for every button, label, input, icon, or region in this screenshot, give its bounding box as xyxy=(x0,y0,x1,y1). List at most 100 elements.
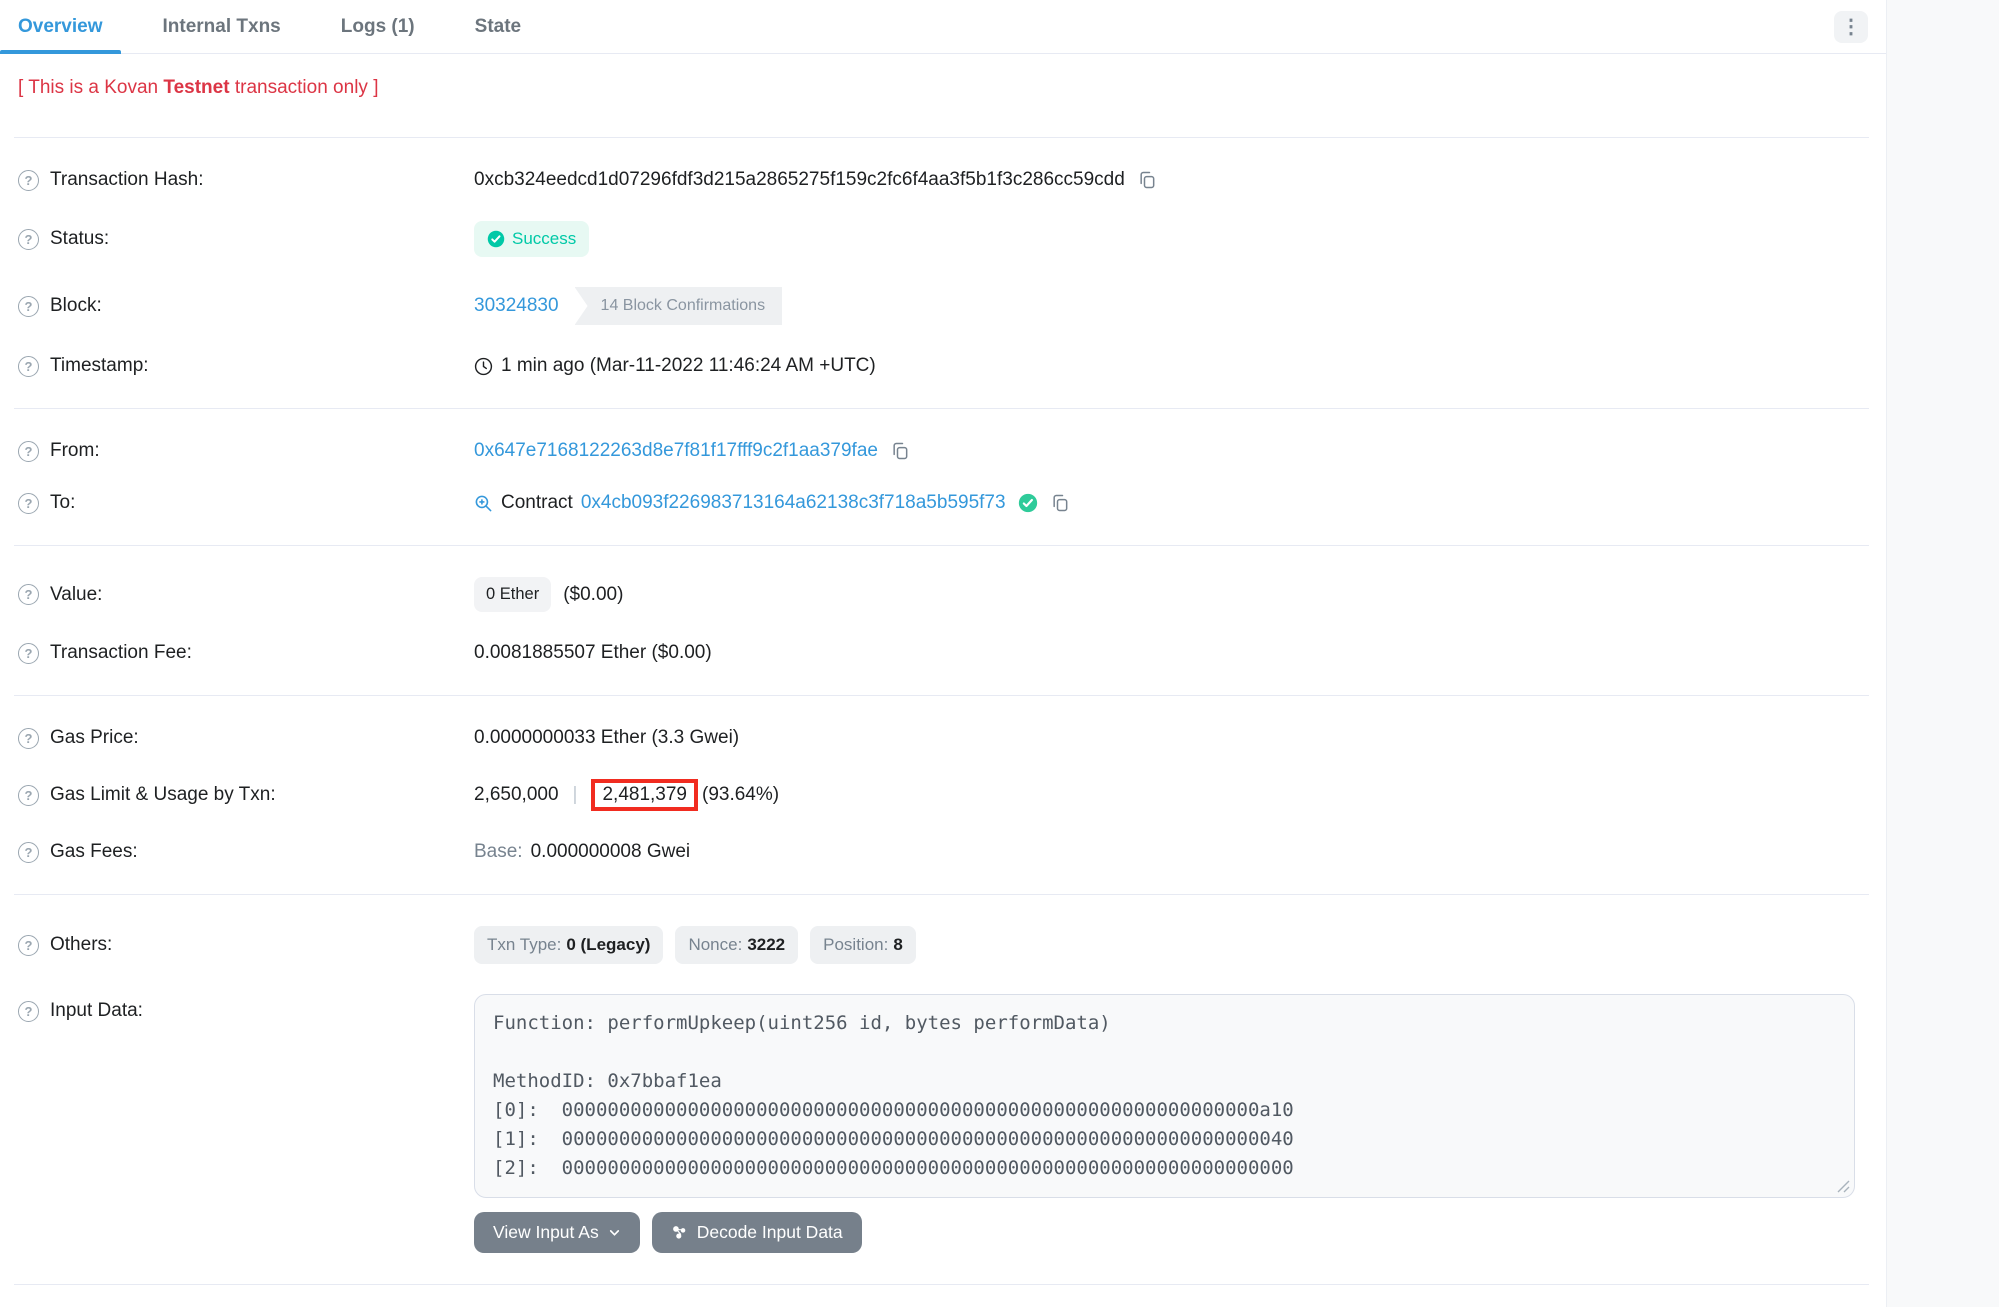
row-gas-price: ? Gas Price: 0.0000000033 Ether (3.3 Gwe… xyxy=(0,712,1886,764)
tab-internal-txns[interactable]: Internal Txns xyxy=(145,0,299,53)
notice-prefix: [ This is a Kovan xyxy=(18,77,163,98)
page-background-gutter xyxy=(1886,0,1999,1307)
row-value: ? Value: 0 Ether ($0.00) xyxy=(0,562,1886,627)
view-input-as-button[interactable]: View Input As xyxy=(474,1212,640,1253)
base-fee-value: 0.000000008 Gwei xyxy=(531,841,691,863)
gas-price-value: 0.0000000033 Ether (3.3 Gwei) xyxy=(474,727,739,749)
gas-used-percent: (93.64%) xyxy=(702,784,779,806)
gas-used-annotation-box: 2,481,379 xyxy=(591,779,698,811)
row-status: ? Status: Success xyxy=(0,206,1886,272)
to-kind: Contract xyxy=(501,492,573,514)
from-address-link[interactable]: 0x647e7168122263d8e7f81f17fff9c2f1aa379f… xyxy=(474,440,878,462)
row-gas-fees: ? Gas Fees: Base: 0.000000008 Gwei xyxy=(0,826,1886,878)
divider xyxy=(14,1284,1869,1285)
section-addresses: ? From: 0x647e7168122263d8e7f81f17fff9c2… xyxy=(0,409,1886,545)
help-icon[interactable]: ? xyxy=(18,584,39,605)
help-icon[interactable]: ? xyxy=(18,229,39,250)
gas-price-label: Gas Price: xyxy=(50,727,139,749)
zoom-in-icon[interactable] xyxy=(474,494,493,513)
help-icon[interactable]: ? xyxy=(18,356,39,377)
block-label: Block: xyxy=(50,295,102,317)
nonce-badge: Nonce:3222 xyxy=(675,926,798,964)
clock-icon xyxy=(474,357,493,376)
kebab-icon: ⋮ xyxy=(1841,17,1861,37)
block-confirmations-badge: 14 Block Confirmations xyxy=(575,287,783,325)
position-badge: Position:8 xyxy=(810,926,916,964)
transaction-fee-value: 0.0081885507 Ether ($0.00) xyxy=(474,642,712,664)
value-usd: ($0.00) xyxy=(563,584,623,606)
tab-state[interactable]: State xyxy=(457,0,539,53)
row-from: ? From: 0x647e7168122263d8e7f81f17fff9c2… xyxy=(0,425,1886,477)
transaction-hash-label: Transaction Hash: xyxy=(50,169,203,191)
transaction-page: Overview Internal Txns Logs (1) State ⋮ … xyxy=(0,0,1999,1307)
ether-value-badge: 0 Ether xyxy=(474,577,551,612)
row-transaction-hash: ? Transaction Hash: 0xcb324eedcd1d07296f… xyxy=(0,154,1886,206)
nonce-value: 3222 xyxy=(747,935,785,954)
value-label: Value: xyxy=(50,584,102,606)
transaction-hash-value: 0xcb324eedcd1d07296fdf3d215a2865275f159c… xyxy=(474,169,1125,191)
resize-handle-icon[interactable] xyxy=(1837,1180,1850,1193)
help-icon[interactable]: ? xyxy=(18,785,39,806)
row-input-data: ? Input Data: Function: performUpkeep(ui… xyxy=(0,979,1886,1268)
input-data-content[interactable]: Function: performUpkeep(uint256 id, byte… xyxy=(493,1009,1836,1183)
gas-fees-label: Gas Fees: xyxy=(50,841,138,863)
transaction-fee-label: Transaction Fee: xyxy=(50,642,192,664)
input-actions: View Input As Decode Input Data xyxy=(474,1212,1855,1253)
tabs: Overview Internal Txns Logs (1) State xyxy=(0,0,539,53)
input-data-label: Input Data: xyxy=(50,1000,143,1022)
help-icon[interactable]: ? xyxy=(18,935,39,956)
timestamp-label: Timestamp: xyxy=(50,355,149,377)
status-badge: Success xyxy=(474,221,589,257)
row-gas-limit-usage: ? Gas Limit & Usage by Txn: 2,650,000 | … xyxy=(0,764,1886,826)
decode-input-data-button[interactable]: Decode Input Data xyxy=(652,1212,862,1253)
to-label: To: xyxy=(50,492,75,514)
decode-icon xyxy=(671,1224,688,1241)
status-label: Status: xyxy=(50,228,109,250)
testnet-notice: [ This is a Kovan Testnet transaction on… xyxy=(18,74,1886,102)
position-value: 8 xyxy=(893,935,902,954)
gas-limit-label: Gas Limit & Usage by Txn: xyxy=(50,784,276,806)
row-others: ? Others: Txn Type:0 (Legacy) Nonce:3222… xyxy=(0,911,1886,979)
copy-icon[interactable] xyxy=(1137,170,1157,190)
more-options-button[interactable]: ⋮ xyxy=(1834,11,1868,43)
chevron-down-icon xyxy=(608,1226,621,1239)
row-to: ? To: Contract 0x4cb093f226983713164a621… xyxy=(0,477,1886,529)
tab-overview[interactable]: Overview xyxy=(0,0,121,53)
help-icon[interactable]: ? xyxy=(18,493,39,514)
section-value-fee: ? Value: 0 Ether ($0.00) ? Transaction F… xyxy=(0,546,1886,695)
help-icon[interactable]: ? xyxy=(18,296,39,317)
section-overview-top: ? Transaction Hash: 0xcb324eedcd1d07296f… xyxy=(0,138,1886,408)
status-value: Success xyxy=(512,229,576,249)
tab-bar: Overview Internal Txns Logs (1) State ⋮ xyxy=(0,0,1886,54)
gas-used-value: 2,481,379 xyxy=(602,784,687,805)
check-circle-icon xyxy=(487,230,505,248)
help-icon[interactable]: ? xyxy=(18,842,39,863)
from-label: From: xyxy=(50,440,100,462)
txn-type-badge: Txn Type:0 (Legacy) xyxy=(474,926,663,964)
copy-icon[interactable] xyxy=(1050,493,1070,513)
block-number-link[interactable]: 30324830 xyxy=(474,295,559,317)
base-fee-label: Base: xyxy=(474,841,523,863)
help-icon[interactable]: ? xyxy=(18,643,39,664)
row-block: ? Block: 30324830 14 Block Confirmations xyxy=(0,272,1886,340)
row-transaction-fee: ? Transaction Fee: 0.0081885507 Ether ($… xyxy=(0,627,1886,679)
help-icon[interactable]: ? xyxy=(18,441,39,462)
section-gas: ? Gas Price: 0.0000000033 Ether (3.3 Gwe… xyxy=(0,696,1886,894)
input-data-box[interactable]: Function: performUpkeep(uint256 id, byte… xyxy=(474,994,1855,1198)
separator: | xyxy=(573,784,578,806)
verified-check-icon xyxy=(1018,493,1038,513)
txn-type-value: 0 (Legacy) xyxy=(566,935,650,954)
transaction-card: Overview Internal Txns Logs (1) State ⋮ … xyxy=(0,0,1886,1307)
copy-icon[interactable] xyxy=(890,441,910,461)
help-icon[interactable]: ? xyxy=(18,728,39,749)
help-icon[interactable]: ? xyxy=(18,170,39,191)
help-icon[interactable]: ? xyxy=(18,1001,39,1022)
notice-suffix: transaction only ] xyxy=(230,77,379,98)
gas-limit-value: 2,650,000 xyxy=(474,784,559,806)
row-timestamp: ? Timestamp: 1 min ago (Mar-11-2022 11:4… xyxy=(0,340,1886,392)
notice-bold: Testnet xyxy=(163,77,229,98)
others-label: Others: xyxy=(50,934,112,956)
timestamp-value: 1 min ago (Mar-11-2022 11:46:24 AM +UTC) xyxy=(501,355,876,377)
tab-logs[interactable]: Logs (1) xyxy=(323,0,433,53)
to-address-link[interactable]: 0x4cb093f226983713164a62138c3f718a5b595f… xyxy=(581,492,1006,514)
